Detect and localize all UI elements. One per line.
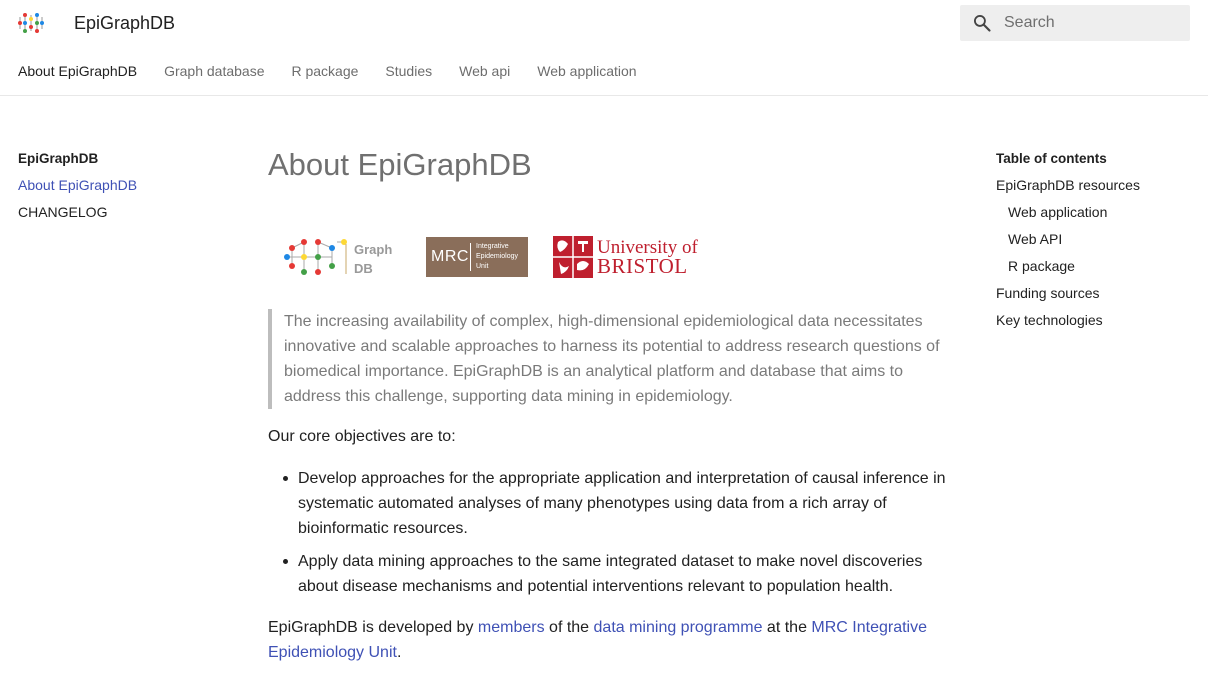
- svg-text:DB: DB: [354, 261, 373, 276]
- page-title: About EpiGraphDB: [268, 147, 532, 182]
- site-title[interactable]: EpiGraphDB: [74, 13, 175, 33]
- toc-item-funding-sources[interactable]: Funding sources: [996, 285, 1196, 301]
- topnav-graph-database[interactable]: Graph database: [164, 63, 264, 79]
- objectives-list: Develop approaches for the appropriate a…: [268, 466, 958, 607]
- mrc-logo-text: MRC: [431, 248, 469, 265]
- site-header: EpiGraphDB About EpiGraphDB Graph databa…: [0, 0, 1208, 96]
- partner-logos: Graph DB MRC Integrative Epidemiology Unit…: [282, 234, 698, 280]
- toc-item-key-technologies[interactable]: Key technologies: [996, 312, 1196, 328]
- bristol-wordmark: University of BRISTOL: [597, 238, 698, 278]
- toc-title: Table of contents: [996, 151, 1107, 166]
- topnav-about[interactable]: About EpiGraphDB: [18, 63, 137, 79]
- dev-text-2: of the: [544, 619, 594, 636]
- university-of-bristol-logo: University of BRISTOL: [553, 236, 698, 278]
- left-sidebar: EpiGraphDB About EpiGraphDB CHANGELOG: [18, 151, 218, 231]
- bristol-line-2: BRISTOL: [597, 254, 688, 278]
- table-of-contents: Table of contents EpiGraphDB resources W…: [996, 151, 1196, 339]
- members-link[interactable]: members: [478, 619, 545, 636]
- toc-item-web-api[interactable]: Web API: [996, 231, 1196, 247]
- epigraphdb-graph-db-logo: Graph DB: [284, 239, 392, 276]
- topnav-web-api[interactable]: Web api: [459, 63, 510, 79]
- search-box[interactable]: [960, 5, 1190, 41]
- dev-text-4: .: [396, 644, 402, 661]
- toc-item-resources[interactable]: EpiGraphDB resources: [996, 177, 1196, 193]
- list-item: Apply data mining approaches to the same…: [268, 549, 958, 599]
- sidebar-item-about[interactable]: About EpiGraphDB: [18, 177, 218, 193]
- epigraphdb-logo-icon[interactable]: [17, 9, 45, 37]
- search-input[interactable]: [1004, 14, 1174, 32]
- dev-text-3: at the: [762, 619, 812, 636]
- data-mining-programme-link[interactable]: data mining programme: [594, 619, 763, 636]
- search-icon[interactable]: [972, 13, 992, 33]
- mrc-logo-unit: Integrative Epidemiology Unit: [476, 243, 519, 270]
- sidebar-item-changelog[interactable]: CHANGELOG: [18, 204, 218, 220]
- mrc-ieu-logo: MRC Integrative Epidemiology Unit: [426, 237, 528, 277]
- toc-item-web-application[interactable]: Web application: [996, 204, 1196, 220]
- dev-text-1: EpiGraphDB is developed by: [268, 619, 478, 636]
- topnav-r-package[interactable]: R package: [291, 63, 358, 79]
- objectives-intro: Our core objectives are to:: [268, 428, 456, 445]
- top-navigation: About EpiGraphDB Graph database R packag…: [18, 63, 664, 79]
- topnav-web-application[interactable]: Web application: [537, 63, 636, 79]
- svg-text:Graph: Graph: [354, 242, 392, 257]
- mrc-logo-divider: [470, 243, 471, 271]
- bristol-crest-icon: [553, 236, 593, 278]
- main-content: About EpiGraphDB Graph DB MRC Integrativ…: [268, 146, 958, 661]
- topnav-studies[interactable]: Studies: [385, 63, 432, 79]
- developers-paragraph: EpiGraphDB is developed by members of th…: [268, 615, 958, 665]
- list-item: Develop approaches for the appropriate a…: [268, 466, 958, 541]
- intro-quote: The increasing availability of complex, …: [268, 309, 958, 409]
- toc-item-r-package[interactable]: R package: [996, 258, 1196, 274]
- sidebar-title: EpiGraphDB: [18, 151, 99, 166]
